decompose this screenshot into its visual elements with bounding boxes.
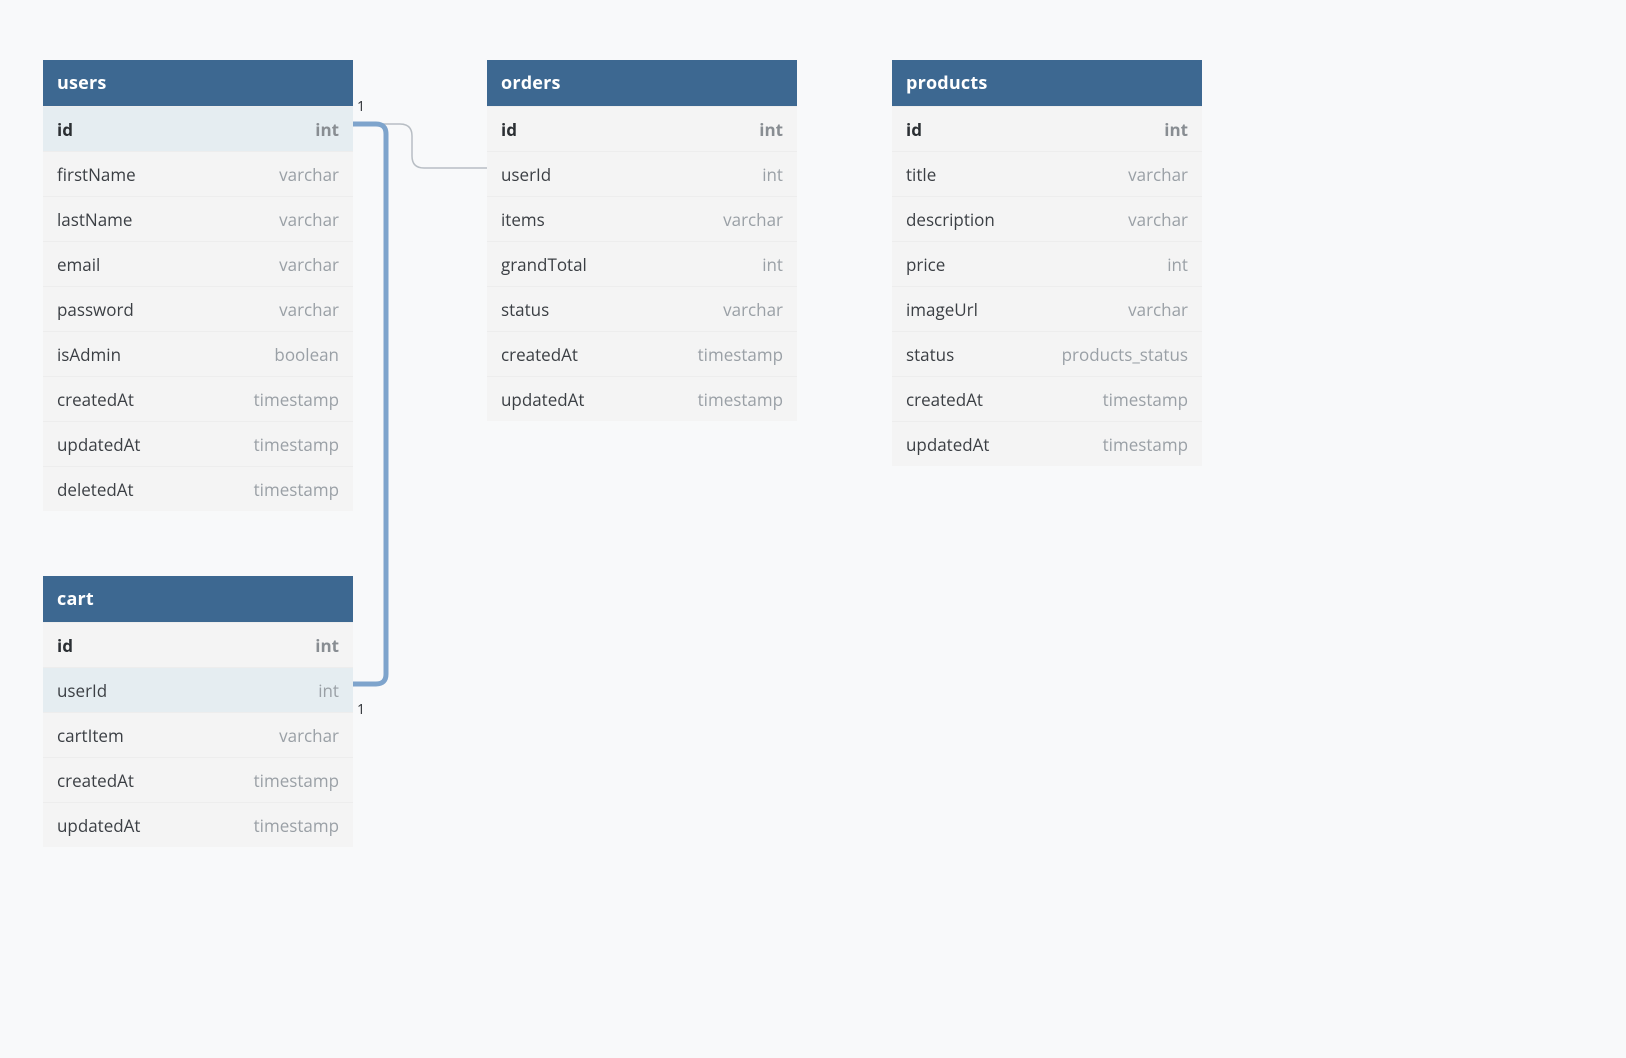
column-type: int xyxy=(762,253,783,276)
entity-cart-col-updatedAt[interactable]: updatedAt timestamp xyxy=(43,802,353,847)
entity-products-header[interactable]: products xyxy=(892,60,1202,106)
column-name: deletedAt xyxy=(57,478,134,501)
column-type: varchar xyxy=(1128,163,1188,186)
column-name: lastName xyxy=(57,208,132,231)
entity-products-col-description[interactable]: description varchar xyxy=(892,196,1202,241)
column-type: varchar xyxy=(1128,208,1188,231)
column-type: timestamp xyxy=(254,814,339,837)
column-type: timestamp xyxy=(254,433,339,456)
column-type: timestamp xyxy=(254,769,339,792)
column-type: timestamp xyxy=(1103,433,1188,456)
entity-users-header[interactable]: users xyxy=(43,60,353,106)
entity-users-col-lastName[interactable]: lastName varchar xyxy=(43,196,353,241)
entity-products[interactable]: products id int title varchar descriptio… xyxy=(892,60,1202,466)
entity-cart-col-cartItem[interactable]: cartItem varchar xyxy=(43,712,353,757)
entity-products-col-status[interactable]: status products_status xyxy=(892,331,1202,376)
column-type: int xyxy=(318,679,339,702)
column-name: userId xyxy=(57,679,107,702)
column-type: varchar xyxy=(279,163,339,186)
column-name: imageUrl xyxy=(906,298,978,321)
column-name: createdAt xyxy=(906,388,983,411)
entity-users-col-id[interactable]: id int xyxy=(43,106,353,151)
column-type: timestamp xyxy=(698,388,783,411)
entity-orders-col-updatedAt[interactable]: updatedAt timestamp xyxy=(487,376,797,421)
column-name: userId xyxy=(501,163,551,186)
column-name: status xyxy=(501,298,549,321)
cardinality-users-id: 1 xyxy=(357,97,365,116)
column-type: boolean xyxy=(274,343,339,366)
column-type: timestamp xyxy=(254,388,339,411)
entity-orders-col-status[interactable]: status varchar xyxy=(487,286,797,331)
column-type: timestamp xyxy=(698,343,783,366)
column-name: updatedAt xyxy=(57,814,141,837)
column-name: createdAt xyxy=(501,343,578,366)
column-type: int xyxy=(1164,118,1188,141)
column-type: varchar xyxy=(1128,298,1188,321)
column-type: timestamp xyxy=(254,478,339,501)
column-name: description xyxy=(906,208,995,231)
column-type: int xyxy=(315,118,339,141)
entity-products-col-updatedAt[interactable]: updatedAt timestamp xyxy=(892,421,1202,466)
column-type: int xyxy=(1167,253,1188,276)
entity-cart-col-id[interactable]: id int xyxy=(43,622,353,667)
column-type: products_status xyxy=(1062,343,1188,366)
entity-cart[interactable]: cart id int userId int cartItem varchar … xyxy=(43,576,353,847)
entity-products-col-createdAt[interactable]: createdAt timestamp xyxy=(892,376,1202,421)
entity-cart-col-userId[interactable]: userId int xyxy=(43,667,353,712)
column-type: int xyxy=(762,163,783,186)
entity-products-col-imageUrl[interactable]: imageUrl varchar xyxy=(892,286,1202,331)
column-name: createdAt xyxy=(57,769,134,792)
column-name: id xyxy=(906,118,922,141)
entity-cart-header[interactable]: cart xyxy=(43,576,353,622)
column-type: int xyxy=(759,118,783,141)
column-name: status xyxy=(906,343,954,366)
entity-users-col-updatedAt[interactable]: updatedAt timestamp xyxy=(43,421,353,466)
entity-products-col-price[interactable]: price int xyxy=(892,241,1202,286)
entity-orders-col-grandTotal[interactable]: grandTotal int xyxy=(487,241,797,286)
erd-canvas[interactable]: users id int firstName varchar lastName … xyxy=(0,0,1626,1058)
entity-users-col-password[interactable]: password varchar xyxy=(43,286,353,331)
column-type: int xyxy=(315,634,339,657)
entity-users-col-createdAt[interactable]: createdAt timestamp xyxy=(43,376,353,421)
column-type: varchar xyxy=(723,298,783,321)
entity-users-col-isAdmin[interactable]: isAdmin boolean xyxy=(43,331,353,376)
entity-orders-col-items[interactable]: items varchar xyxy=(487,196,797,241)
column-type: varchar xyxy=(279,724,339,747)
column-name: items xyxy=(501,208,545,231)
entity-products-col-id[interactable]: id int xyxy=(892,106,1202,151)
column-name: firstName xyxy=(57,163,136,186)
column-name: email xyxy=(57,253,100,276)
entity-users-col-deletedAt[interactable]: deletedAt timestamp xyxy=(43,466,353,511)
column-type: varchar xyxy=(723,208,783,231)
column-name: id xyxy=(501,118,517,141)
column-name: createdAt xyxy=(57,388,134,411)
cardinality-cart-userId: 1 xyxy=(357,700,365,719)
column-name: price xyxy=(906,253,945,276)
entity-orders-col-id[interactable]: id int xyxy=(487,106,797,151)
entity-orders[interactable]: orders id int userId int items varchar g… xyxy=(487,60,797,421)
column-name: isAdmin xyxy=(57,343,121,366)
column-type: varchar xyxy=(279,253,339,276)
column-name: title xyxy=(906,163,936,186)
column-name: updatedAt xyxy=(501,388,585,411)
column-name: id xyxy=(57,634,73,657)
column-name: password xyxy=(57,298,134,321)
column-name: updatedAt xyxy=(57,433,141,456)
column-name: id xyxy=(57,118,73,141)
entity-orders-col-userId[interactable]: userId int xyxy=(487,151,797,196)
entity-orders-header[interactable]: orders xyxy=(487,60,797,106)
entity-products-col-title[interactable]: title varchar xyxy=(892,151,1202,196)
entity-users[interactable]: users id int firstName varchar lastName … xyxy=(43,60,353,511)
column-name: grandTotal xyxy=(501,253,587,276)
entity-users-col-firstName[interactable]: firstName varchar xyxy=(43,151,353,196)
entity-orders-col-createdAt[interactable]: createdAt timestamp xyxy=(487,331,797,376)
column-type: varchar xyxy=(279,298,339,321)
column-name: updatedAt xyxy=(906,433,990,456)
column-name: cartItem xyxy=(57,724,124,747)
entity-cart-col-createdAt[interactable]: createdAt timestamp xyxy=(43,757,353,802)
entity-users-col-email[interactable]: email varchar xyxy=(43,241,353,286)
column-type: varchar xyxy=(279,208,339,231)
column-type: timestamp xyxy=(1103,388,1188,411)
